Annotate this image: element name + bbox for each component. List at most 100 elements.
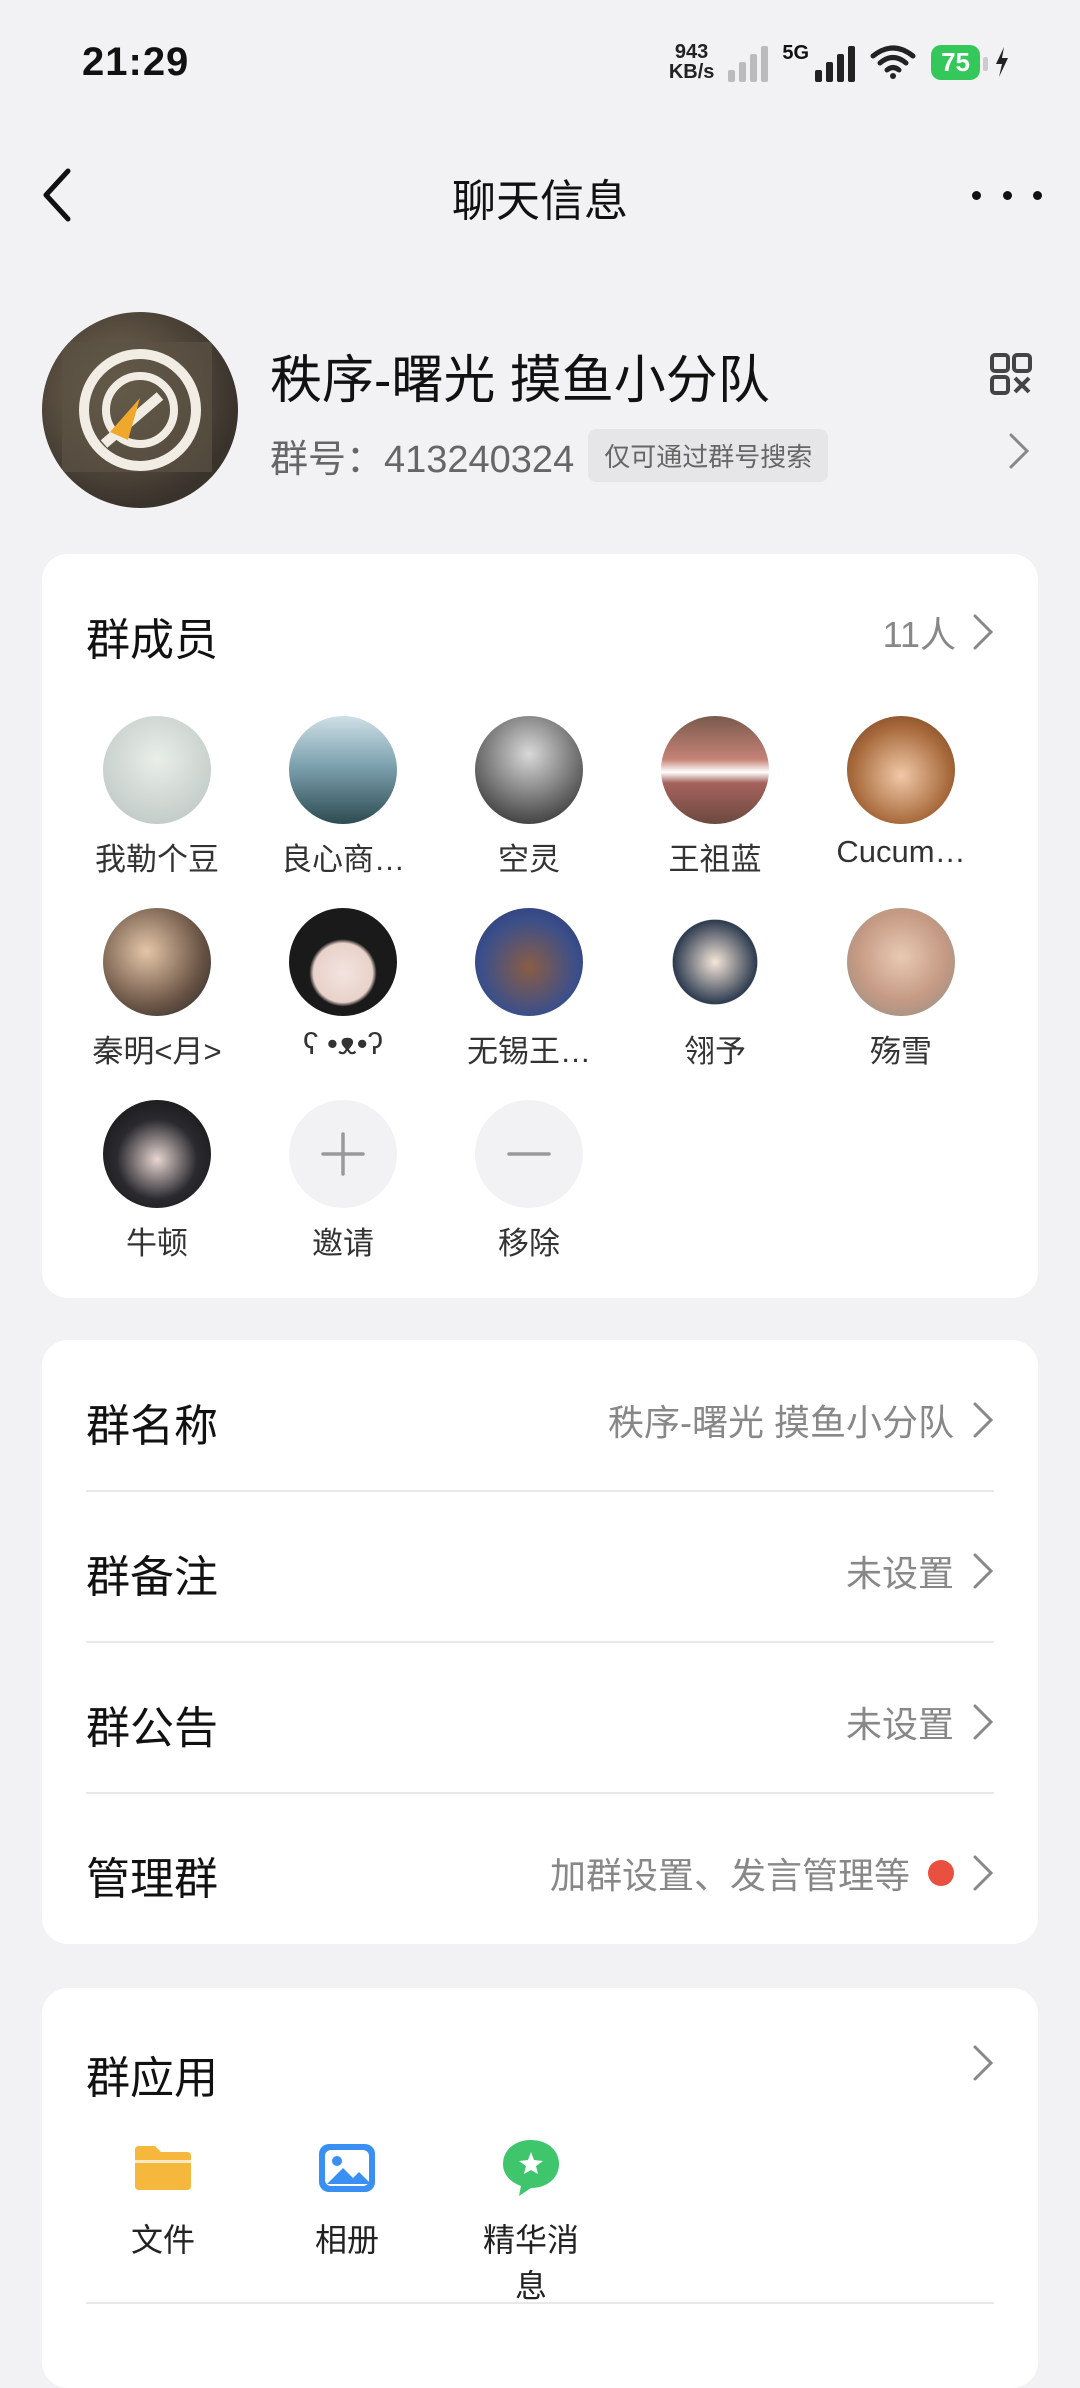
member-name: 我勒个豆 bbox=[95, 842, 219, 877]
net-speed-value: 943 bbox=[674, 41, 709, 63]
members-count-link[interactable]: 11人 bbox=[883, 606, 994, 658]
setting-label: 群公告 bbox=[86, 1704, 218, 1753]
app-album[interactable]: 相册 bbox=[286, 2136, 408, 2307]
setting-value-wrap: 加群设置、发言管理等 bbox=[550, 1847, 994, 1899]
chevron-right-icon bbox=[973, 2045, 994, 2081]
chevron-right-icon bbox=[973, 614, 994, 650]
qr-code-icon[interactable] bbox=[990, 353, 1032, 395]
charging-icon bbox=[996, 47, 1008, 77]
member-item[interactable]: Cucum… bbox=[806, 716, 996, 870]
setting-row-group-notice[interactable]: 群公告 未设置 bbox=[86, 1642, 994, 1794]
app-essence[interactable]: 精华消息 bbox=[470, 2136, 592, 2307]
avatar bbox=[475, 908, 583, 1016]
status-icons: 943 KB/s 5G 75 bbox=[669, 42, 1010, 82]
avatar bbox=[103, 716, 211, 824]
remove-label: 移除 bbox=[498, 1226, 560, 1261]
status-time: 21:29 bbox=[82, 40, 190, 84]
member-item[interactable]: 王祖蓝 bbox=[620, 716, 810, 879]
avatar bbox=[289, 716, 397, 824]
avatar bbox=[289, 908, 397, 1016]
app-label: 相册 bbox=[314, 2222, 379, 2258]
member-name: 良心商… bbox=[281, 842, 405, 877]
setting-row-group-remark[interactable]: 群备注 未设置 bbox=[86, 1491, 994, 1643]
settings-card: 群名称 秩序-曙光 摸鱼小分队 群备注 未设置 群公告 未设置 管理群 加群设置… bbox=[42, 1340, 1038, 1944]
divider bbox=[86, 2302, 994, 2304]
member-name: 王祖蓝 bbox=[668, 842, 762, 877]
member-item[interactable]: 牛顿 bbox=[62, 1100, 252, 1263]
chevron-right-icon bbox=[973, 1553, 994, 1589]
apps-list: 文件 相册 精华消息 bbox=[102, 2136, 592, 2307]
signal-sim1-icon bbox=[728, 42, 769, 82]
apps-more-link[interactable] bbox=[972, 2044, 994, 2082]
setting-label: 群备注 bbox=[86, 1553, 218, 1602]
members-card: 群成员 11人 我勒个豆 良心商… 空灵 王祖蓝 Cucum… 秦明<月> ʕ … bbox=[42, 554, 1038, 1298]
invite-circle bbox=[289, 1100, 397, 1208]
setting-value: 未设置 bbox=[845, 1553, 954, 1594]
member-name: 无锡王… bbox=[467, 1034, 591, 1069]
net-speed: 943 KB/s bbox=[669, 42, 715, 82]
member-item[interactable]: 我勒个豆 bbox=[62, 716, 252, 879]
group-id-row: 群号：413240324 仅可通过群号搜索 bbox=[270, 428, 829, 483]
avatar bbox=[661, 908, 769, 1016]
net-speed-unit: KB/s bbox=[668, 61, 715, 83]
avatar bbox=[103, 1100, 211, 1208]
minus-icon bbox=[507, 1152, 551, 1156]
app-files[interactable]: 文件 bbox=[102, 2136, 224, 2307]
apps-title: 群应用 bbox=[86, 2054, 218, 2103]
member-name: 空灵 bbox=[498, 842, 560, 877]
setting-label: 管理群 bbox=[86, 1855, 218, 1904]
setting-row-group-name[interactable]: 群名称 秩序-曙光 摸鱼小分队 bbox=[86, 1340, 994, 1492]
setting-value-wrap: 未设置 bbox=[846, 1696, 994, 1748]
wifi-icon bbox=[870, 45, 916, 79]
group-id: 群号：413240324 bbox=[270, 439, 575, 481]
chevron-right-icon bbox=[1009, 433, 1030, 469]
member-item[interactable]: ʕ •ᴥ•ʔ bbox=[248, 908, 438, 1062]
group-logo-icon bbox=[62, 342, 212, 472]
member-item[interactable]: 秦明<月> bbox=[62, 908, 252, 1071]
avatar bbox=[661, 716, 769, 824]
search-tag: 仅可通过群号搜索 bbox=[588, 429, 829, 482]
remove-circle bbox=[475, 1100, 583, 1208]
group-detail-chevron[interactable] bbox=[1008, 432, 1030, 475]
page-title: 聊天信息 bbox=[452, 177, 628, 226]
remove-button[interactable]: 移除 bbox=[434, 1100, 624, 1263]
group-avatar[interactable] bbox=[42, 312, 238, 508]
chevron-right-icon bbox=[973, 1704, 994, 1740]
avatar bbox=[103, 908, 211, 1016]
member-name: 翎予 bbox=[684, 1034, 746, 1069]
member-item[interactable]: 无锡王… bbox=[434, 908, 624, 1071]
folder-icon bbox=[135, 2146, 191, 2190]
red-dot-badge bbox=[928, 1860, 954, 1886]
member-item[interactable]: 良心商… bbox=[248, 716, 438, 879]
setting-value: 加群设置、发言管理等 bbox=[549, 1855, 910, 1896]
avatar bbox=[475, 716, 583, 824]
app-label: 精华消息 bbox=[482, 2222, 579, 2304]
setting-value: 未设置 bbox=[845, 1704, 954, 1745]
members-count: 11人 bbox=[882, 614, 956, 655]
avatar bbox=[847, 908, 955, 1016]
setting-value: 秩序-曙光 摸鱼小分队 bbox=[608, 1402, 954, 1443]
member-name: 牛顿 bbox=[126, 1226, 188, 1261]
invite-button[interactable]: 邀请 bbox=[248, 1100, 438, 1263]
more-options-button[interactable] bbox=[972, 175, 1042, 215]
avatar bbox=[847, 716, 955, 824]
member-item[interactable]: 殇雪 bbox=[806, 908, 996, 1071]
member-name: ʕ •ᴥ•ʔ bbox=[302, 1026, 384, 1061]
member-item[interactable]: 空灵 bbox=[434, 716, 624, 879]
member-item[interactable]: 翎予 bbox=[620, 908, 810, 1071]
setting-label: 群名称 bbox=[86, 1402, 218, 1451]
member-name: 殇雪 bbox=[870, 1034, 932, 1069]
chevron-right-icon bbox=[973, 1402, 994, 1438]
group-name[interactable]: 秩序-曙光 摸鱼小分队 bbox=[270, 338, 770, 413]
essence-message-icon bbox=[503, 2140, 559, 2196]
battery-indicator: 75 bbox=[931, 44, 988, 80]
invite-label: 邀请 bbox=[312, 1226, 374, 1261]
photo-album-icon bbox=[319, 2144, 375, 2192]
setting-value-wrap: 未设置 bbox=[846, 1545, 994, 1597]
setting-value-wrap: 秩序-曙光 摸鱼小分队 bbox=[608, 1394, 994, 1446]
chevron-right-icon bbox=[973, 1855, 994, 1891]
setting-row-manage-group[interactable]: 管理群 加群设置、发言管理等 bbox=[86, 1793, 994, 1943]
app-label: 文件 bbox=[130, 2222, 195, 2258]
member-name: Cucum… bbox=[836, 834, 966, 869]
member-name: 秦明<月> bbox=[92, 1034, 222, 1069]
